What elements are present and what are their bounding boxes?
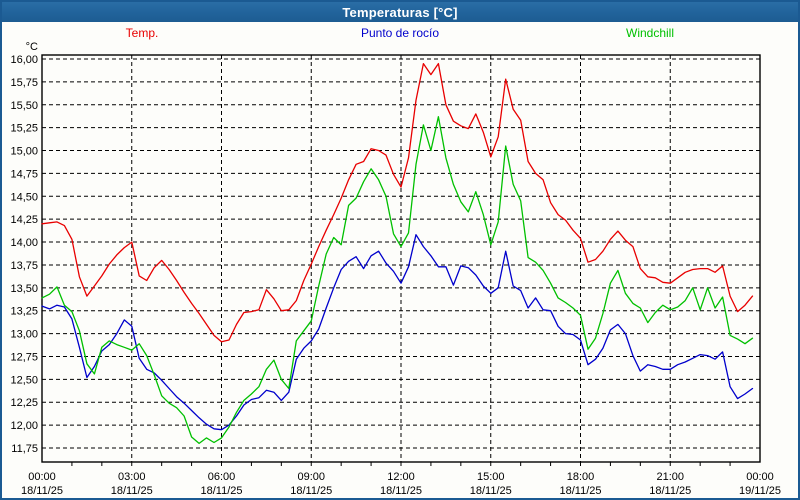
series-line-Temp.	[42, 64, 753, 342]
series-line-Punto de rocío	[42, 235, 753, 430]
x-tick-date-label: 18/11/25	[21, 485, 63, 497]
x-tick-time-label: 15:00	[477, 471, 505, 483]
x-tick-time-label: 00:00	[28, 471, 56, 483]
series-line-Windchill	[42, 117, 753, 444]
y-tick-label: 12,50	[10, 374, 38, 386]
x-tick-date-label: 18/11/25	[649, 485, 691, 497]
y-tick-label: 13,00	[10, 329, 38, 341]
x-tick-date-label: 19/11/25	[739, 485, 781, 497]
y-tick-label: 15,50	[10, 100, 38, 112]
weather-chart-window: { "window": { "title": "Temperaturas [°C…	[0, 0, 800, 500]
x-tick-time-label: 03:00	[118, 471, 146, 483]
x-tick-date-label: 18/11/25	[559, 485, 601, 497]
y-tick-label: 14,25	[10, 214, 38, 226]
window-title: Temperaturas [°C]	[342, 5, 457, 20]
x-tick-time-label: 00:00	[746, 471, 774, 483]
y-tick-label: 12,75	[10, 351, 38, 363]
x-tick-time-label: 18:00	[567, 471, 595, 483]
window-title-bar: Temperaturas [°C]	[2, 2, 798, 22]
y-tick-label: 16,00	[10, 54, 38, 66]
y-tick-label: 15,75	[10, 77, 38, 89]
y-tick-label: 15,25	[10, 123, 38, 135]
y-tick-label: 11,75	[11, 443, 38, 455]
x-tick-date-label: 18/11/25	[200, 485, 242, 497]
y-tick-label: 13,50	[10, 283, 38, 295]
y-tick-label: 14,75	[10, 168, 38, 180]
y-tick-label: 12,25	[10, 397, 38, 409]
y-tick-label: 15,00	[10, 146, 38, 158]
y-tick-label: 12,00	[10, 420, 38, 432]
y-tick-label: 13,75	[10, 260, 38, 272]
x-tick-date-label: 18/11/25	[380, 485, 422, 497]
x-tick-time-label: 21:00	[656, 471, 684, 483]
x-tick-date-label: 18/11/25	[111, 485, 153, 497]
y-axis-unit-label: °C	[26, 41, 38, 53]
chart-area: Temp. Punto de rocío Windchill 16,0015,7…	[2, 22, 798, 498]
x-tick-time-label: 09:00	[297, 471, 325, 483]
x-tick-date-label: 18/11/25	[290, 485, 332, 497]
y-tick-label: 13,25	[10, 306, 38, 318]
x-tick-time-label: 06:00	[208, 471, 236, 483]
y-tick-label: 14,50	[10, 191, 38, 203]
x-tick-date-label: 18/11/25	[470, 485, 512, 497]
x-tick-time-label: 12:00	[387, 471, 415, 483]
temperature-line-chart: 16,00 15,75 15,50 15,25 15,00 14,75 14,50 14,25…	[2, 22, 798, 498]
y-tick-label: 14,00	[10, 237, 38, 249]
